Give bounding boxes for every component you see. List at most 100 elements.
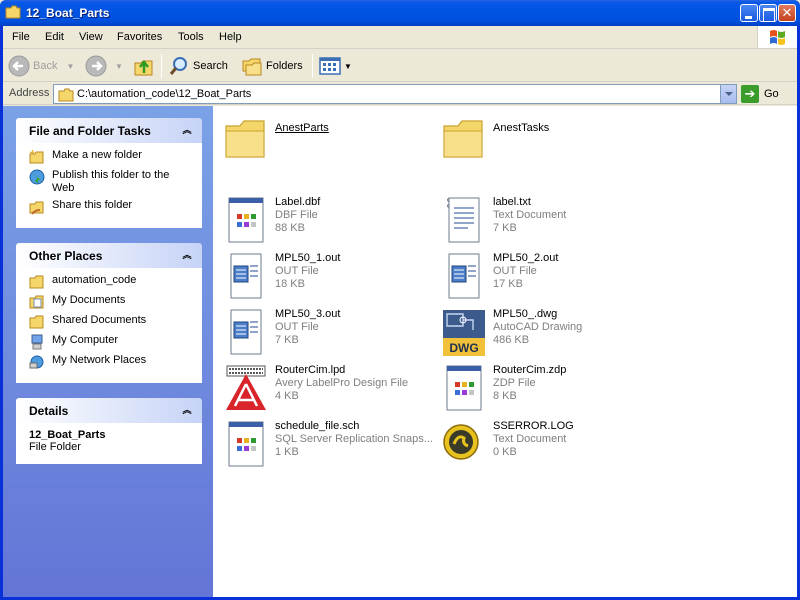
task-label: Publish this folder to the Web bbox=[52, 169, 170, 194]
search-label: Search bbox=[193, 60, 228, 72]
details-name: 12_Boat_Parts bbox=[29, 429, 106, 441]
network-places-icon bbox=[29, 355, 44, 369]
my-documents-icon bbox=[29, 295, 44, 309]
back-button[interactable]: Back ▼ bbox=[8, 53, 74, 79]
file-item-mpl50-1-out[interactable]: MPL50_1.out OUT File 18 KB bbox=[223, 252, 438, 304]
address-dropdown-button[interactable] bbox=[720, 85, 736, 103]
details-header[interactable]: Details ︽ bbox=[16, 398, 202, 423]
other-places-header[interactable]: Other Places ︽ bbox=[16, 243, 202, 268]
menu-favorites[interactable]: Favorites bbox=[117, 31, 162, 43]
file-item-mpl50-3-out[interactable]: MPL50_3.out OUT File 7 KB bbox=[223, 308, 438, 360]
svg-text:DWG: DWG bbox=[449, 341, 478, 355]
title-bar[interactable]: 12_Boat_Parts ✕ bbox=[0, 0, 800, 26]
file-item-sserror-log[interactable]: SSERROR.LOG Text Document 0 KB bbox=[441, 420, 656, 472]
file-name: MPL50_1.out bbox=[275, 252, 341, 264]
views-icon bbox=[319, 57, 341, 75]
address-value: C:\automation_code\12_Boat_Parts bbox=[77, 88, 252, 100]
forward-dropdown-icon[interactable]: ▼ bbox=[115, 62, 123, 71]
file-name: AnestParts bbox=[275, 122, 329, 134]
file-tasks-header[interactable]: File and Folder Tasks ︽ bbox=[16, 118, 202, 143]
file-item-anestparts[interactable]: AnestParts bbox=[223, 114, 438, 166]
task-label: Make a new folder bbox=[52, 149, 142, 161]
new-folder-icon bbox=[29, 149, 44, 164]
details-title: Details bbox=[29, 404, 69, 418]
file-name: AnestTasks bbox=[493, 122, 550, 134]
go-label: Go bbox=[764, 88, 779, 100]
place-shared-documents[interactable]: Shared Documents bbox=[29, 314, 191, 330]
collapse-chevron-icon[interactable]: ︽ bbox=[180, 403, 194, 417]
collapse-chevron-icon[interactable]: ︽ bbox=[180, 123, 194, 137]
folder-icon bbox=[5, 5, 21, 19]
generic-file-icon bbox=[228, 197, 264, 243]
place-my-computer[interactable]: My Computer bbox=[29, 334, 191, 350]
address-label: Address bbox=[9, 87, 50, 99]
folders-label: Folders bbox=[266, 60, 303, 72]
folder-icon bbox=[58, 88, 74, 102]
details-body: 12_Boat_Parts File Folder bbox=[16, 423, 202, 464]
file-size: 88 KB bbox=[275, 222, 305, 234]
file-size: 486 KB bbox=[493, 334, 530, 346]
file-item-label-dbf[interactable]: Label.dbf DBF File 88 KB bbox=[223, 196, 438, 248]
content-area: File and Folder Tasks ︽ Make a new folde… bbox=[3, 106, 797, 597]
file-item-schedule-file-sch[interactable]: schedule_file.sch SQL Server Replication… bbox=[223, 420, 438, 472]
task-share-folder[interactable]: Share this folder bbox=[29, 199, 191, 215]
menu-file[interactable]: File bbox=[12, 31, 30, 43]
close-icon: ✕ bbox=[781, 5, 793, 20]
task-make-new-folder[interactable]: Make a new folder bbox=[29, 149, 191, 165]
file-type: Text Document bbox=[493, 433, 567, 445]
toolbar-separator bbox=[312, 54, 313, 78]
views-dropdown-icon[interactable]: ▼ bbox=[344, 62, 352, 71]
file-size: 4 KB bbox=[275, 390, 299, 402]
search-button[interactable]: Search bbox=[168, 53, 228, 79]
views-button[interactable]: ▼ bbox=[319, 53, 352, 79]
menu-edit[interactable]: Edit bbox=[45, 31, 64, 43]
file-item-mpl50-dwg[interactable]: DWG MPL50_.dwg AutoCAD Drawing 486 KB bbox=[441, 308, 656, 360]
place-label: My Documents bbox=[52, 294, 126, 306]
forward-button[interactable]: ▼ bbox=[85, 53, 123, 79]
file-name: SSERROR.LOG bbox=[493, 420, 574, 432]
file-item-label-txt[interactable]: label.txt Text Document 7 KB bbox=[441, 196, 656, 248]
folder-icon bbox=[29, 275, 44, 289]
task-publish-folder[interactable]: Publish this folder to the Web bbox=[29, 169, 191, 195]
back-dropdown-icon[interactable]: ▼ bbox=[66, 62, 74, 71]
minimize-button[interactable] bbox=[740, 4, 758, 22]
file-item-routercim-lpd[interactable]: RouterCim.lpd Avery LabelPro Design File… bbox=[223, 364, 438, 416]
place-label: Shared Documents bbox=[52, 314, 147, 326]
menu-view[interactable]: View bbox=[79, 31, 103, 43]
toolbar-separator bbox=[161, 54, 162, 78]
place-my-documents[interactable]: My Documents bbox=[29, 294, 191, 310]
folder-icon bbox=[225, 120, 265, 158]
menu-help[interactable]: Help bbox=[219, 31, 242, 43]
file-tasks-title: File and Folder Tasks bbox=[29, 124, 151, 138]
file-size: 8 KB bbox=[493, 390, 517, 402]
file-item-routercim-zdp[interactable]: RouterCim.zdp ZDP File 8 KB bbox=[441, 364, 656, 416]
place-my-network-places[interactable]: My Network Places bbox=[29, 354, 191, 370]
task-label: Share this folder bbox=[52, 199, 133, 211]
file-name: Label.dbf bbox=[275, 196, 321, 208]
close-button[interactable]: ✕ bbox=[778, 4, 796, 22]
maximize-button[interactable] bbox=[759, 4, 777, 22]
file-size: 0 KB bbox=[493, 446, 517, 458]
forward-arrow-icon bbox=[85, 55, 107, 77]
go-button[interactable]: ➔ Go bbox=[741, 84, 793, 104]
other-places-body: automation_code My Documents Shared Docu… bbox=[16, 268, 202, 383]
place-automation-code[interactable]: automation_code bbox=[29, 274, 191, 290]
file-tasks-body: Make a new folder Publish this folder to… bbox=[16, 143, 202, 228]
up-folder-button[interactable] bbox=[133, 53, 155, 79]
dwg-icon: DWG bbox=[443, 310, 485, 356]
toolbar: Back ▼ ▼ Search Folders ▼ bbox=[3, 50, 797, 82]
other-places-title: Other Places bbox=[29, 249, 103, 263]
details-type: File Folder bbox=[29, 441, 81, 453]
log-icon bbox=[443, 424, 479, 460]
file-type: OUT File bbox=[493, 265, 537, 277]
address-input[interactable]: C:\automation_code\12_Boat_Parts bbox=[53, 84, 737, 104]
file-item-anesttasks[interactable]: AnestTasks bbox=[441, 114, 656, 166]
collapse-chevron-icon[interactable]: ︽ bbox=[180, 248, 194, 262]
file-name: RouterCim.lpd bbox=[275, 364, 346, 376]
window-client: File Edit View Favorites Tools Help Back… bbox=[3, 26, 797, 597]
place-label: automation_code bbox=[52, 274, 137, 286]
task-pane: File and Folder Tasks ︽ Make a new folde… bbox=[3, 106, 213, 597]
menu-tools[interactable]: Tools bbox=[178, 31, 204, 43]
folders-button[interactable]: Folders bbox=[241, 53, 303, 79]
file-item-mpl50-2-out[interactable]: MPL50_2.out OUT File 17 KB bbox=[441, 252, 656, 304]
